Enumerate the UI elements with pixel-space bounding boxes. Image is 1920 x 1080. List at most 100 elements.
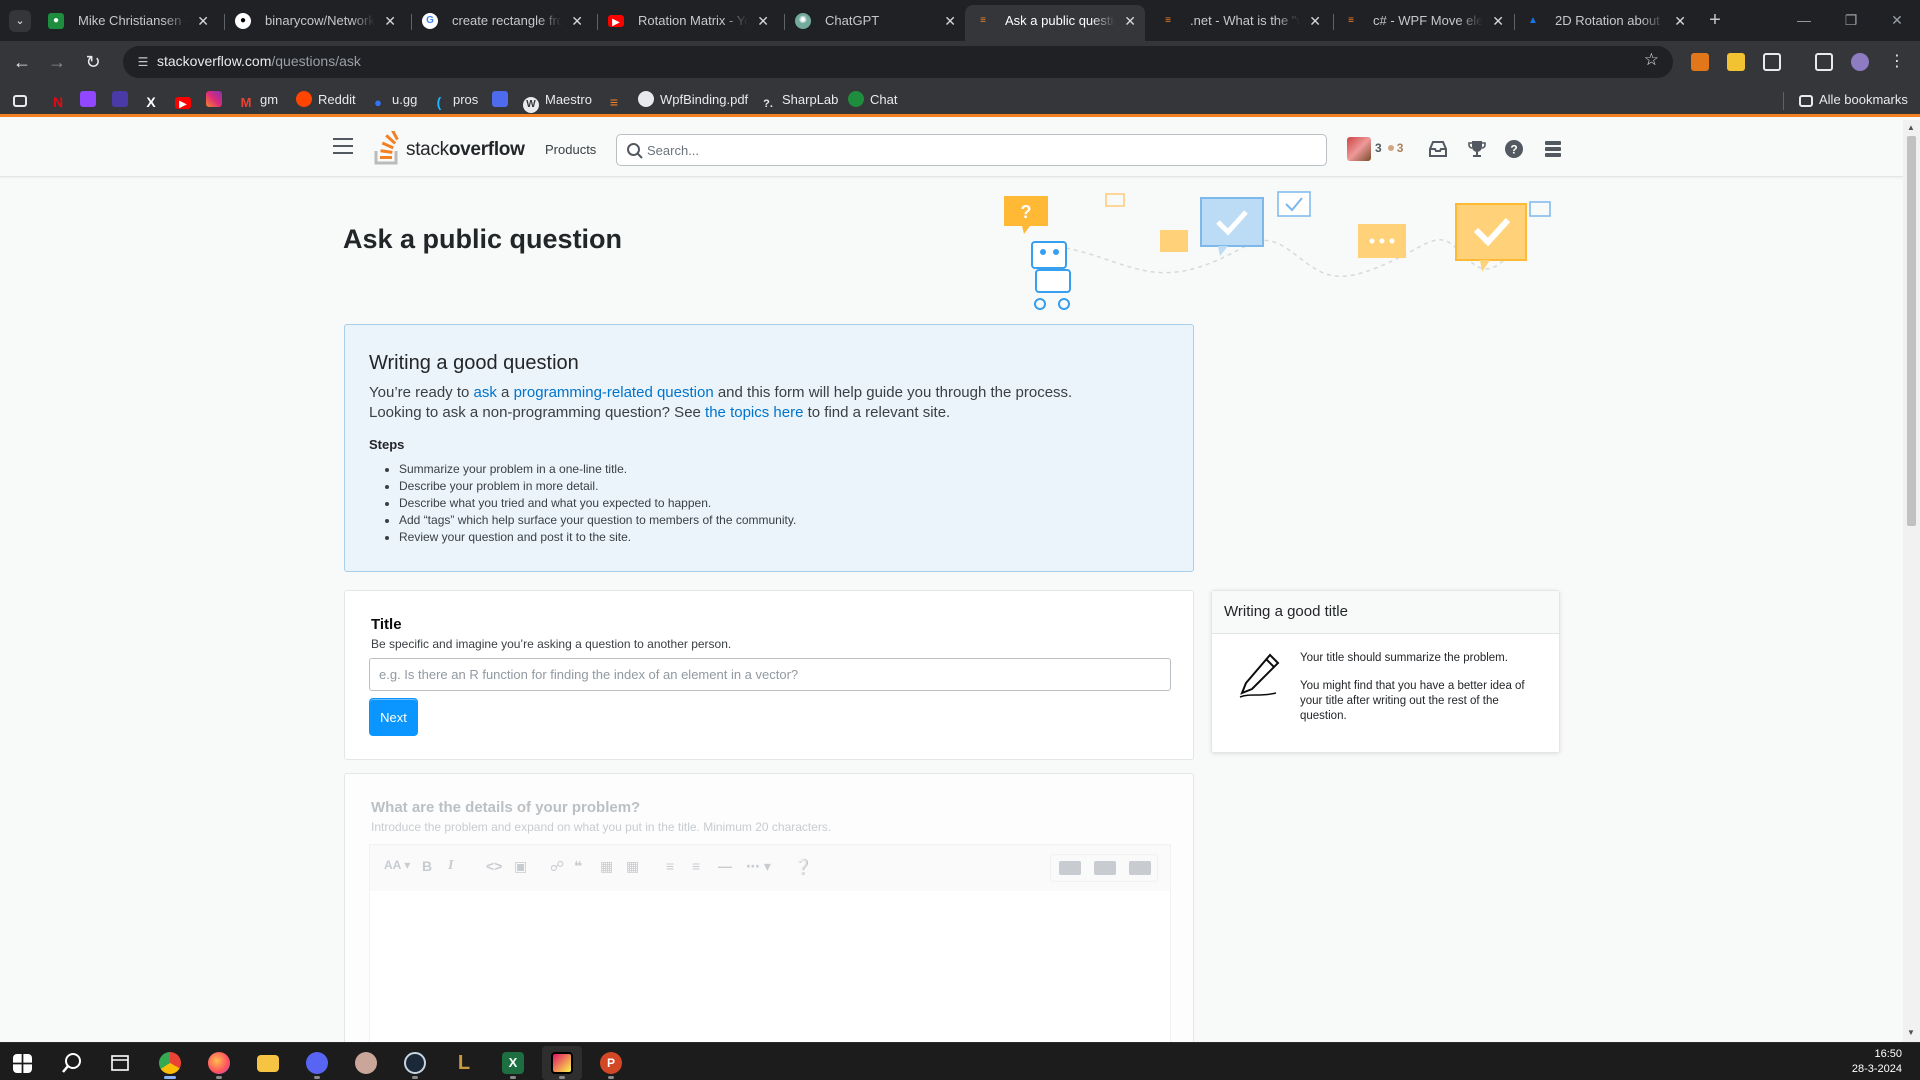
taskbar-discord[interactable] xyxy=(297,1046,337,1080)
taskbar-steam[interactable] xyxy=(395,1046,435,1080)
window-close-button[interactable]: ✕ xyxy=(1877,5,1917,35)
bookmark-star-icon[interactable]: ☆ xyxy=(1644,50,1659,70)
site-search[interactable] xyxy=(616,134,1327,166)
browser-tab[interactable]: ✺ ChatGPT ✕ xyxy=(785,6,965,36)
bookmark-pros[interactable]: (pros xyxy=(431,91,479,110)
metamask-icon[interactable] xyxy=(1691,53,1709,71)
minimize-button[interactable]: — xyxy=(1784,5,1824,35)
scrollbar-thumb[interactable] xyxy=(1907,136,1916,526)
taskbar-search-button[interactable] xyxy=(52,1046,92,1080)
taskbar-league[interactable]: L xyxy=(444,1046,484,1080)
task-view-button[interactable] xyxy=(100,1046,140,1080)
system-clock[interactable]: 16:50 28-3-2024 xyxy=(1852,1047,1902,1077)
search-input[interactable] xyxy=(647,135,1317,165)
text-size-button[interactable]: AA ▾ xyxy=(384,858,410,872)
bold-button[interactable]: B xyxy=(422,858,432,874)
bookmark-stackoverflow[interactable]: ≡ xyxy=(606,91,628,110)
extensions-puzzle-icon[interactable] xyxy=(1763,53,1781,71)
profile-avatar[interactable] xyxy=(1851,53,1869,71)
close-icon[interactable]: ✕ xyxy=(384,6,396,36)
browser-tab[interactable]: ● Mike Christiansen - C ✕ xyxy=(38,6,218,36)
markdown-mode-icon[interactable] xyxy=(1094,861,1116,875)
taskbar-excel[interactable]: X xyxy=(493,1046,533,1080)
ask-link[interactable]: ask xyxy=(474,384,497,401)
scroll-down-arrow[interactable]: ▼ xyxy=(1907,1028,1915,1037)
help-icon[interactable]: ? xyxy=(1503,138,1525,160)
close-icon[interactable]: ✕ xyxy=(197,6,209,36)
taskbar-rider[interactable] xyxy=(542,1046,582,1080)
close-icon[interactable]: ✕ xyxy=(1124,5,1136,37)
more-options-icon[interactable]: ⋯ ▾ xyxy=(746,858,771,875)
close-icon[interactable]: ✕ xyxy=(1674,6,1686,36)
new-tab-button[interactable]: + xyxy=(1703,8,1727,32)
restore-button[interactable]: ❐ xyxy=(1831,5,1871,35)
browser-tab-active[interactable]: ≡ Ask a public question ✕ xyxy=(965,5,1145,41)
taskbar-game[interactable] xyxy=(346,1046,386,1080)
taskbar-chrome[interactable] xyxy=(150,1046,190,1080)
link-icon[interactable]: ☍ xyxy=(550,858,564,875)
browser-tab[interactable]: ● binarycow/NetworkP ✕ xyxy=(225,6,405,36)
topics-here-link[interactable]: the topics here xyxy=(705,404,803,421)
close-icon[interactable]: ✕ xyxy=(571,6,583,36)
code-block-icon[interactable]: ▣ xyxy=(514,858,527,875)
bookmark-youtube[interactable]: ▶ xyxy=(175,91,197,110)
hamburger-menu-icon[interactable] xyxy=(333,138,353,154)
close-icon[interactable]: ✕ xyxy=(1309,6,1321,36)
taskbar-file-explorer[interactable] xyxy=(248,1046,288,1080)
stackoverflow-logo[interactable]: stackoverflow xyxy=(374,128,525,165)
next-button[interactable]: Next xyxy=(369,698,418,736)
quote-icon[interactable]: ❝ xyxy=(574,858,582,875)
programming-related-question-link[interactable]: programming-related question xyxy=(514,384,714,401)
taskbar-firefox[interactable] xyxy=(199,1046,239,1080)
ordered-list-icon[interactable]: ≡ xyxy=(666,858,674,874)
bookmark-reddit[interactable]: Reddit xyxy=(296,91,356,109)
code-icon[interactable]: <> xyxy=(486,858,502,874)
avatar[interactable] xyxy=(1347,137,1371,161)
bookmark-calendar[interactable] xyxy=(492,91,514,109)
bookmark-instagram[interactable] xyxy=(206,91,228,109)
scroll-up-arrow[interactable]: ▲ xyxy=(1907,123,1915,132)
windows-start-button[interactable] xyxy=(3,1046,43,1080)
url-text[interactable]: stackoverflow.com/questions/ask xyxy=(157,53,361,69)
unordered-list-icon[interactable]: ≡ xyxy=(692,858,700,874)
close-icon[interactable]: ✕ xyxy=(944,6,956,36)
back-button[interactable]: ← xyxy=(8,48,36,76)
browser-tab[interactable]: ≡ c# - WPF Move elem ✕ xyxy=(1333,6,1513,36)
reputation-display[interactable]: 33 xyxy=(1375,141,1403,155)
close-icon[interactable]: ✕ xyxy=(1492,6,1504,36)
rich-text-mode-icon[interactable] xyxy=(1059,861,1081,875)
details-editor[interactable]: AA ▾ B I <> ▣ ☍ ❝ ▦ ▦ ≡ ≡ — ⋯ ▾ ❔ xyxy=(369,844,1171,1074)
bookmark-app[interactable] xyxy=(112,91,134,109)
browser-tab[interactable]: ≡ .net - What is the "wi ✕ xyxy=(1150,6,1330,36)
title-input[interactable] xyxy=(369,658,1171,691)
bookmark-wpfbinding[interactable]: WpfBinding.pdf xyxy=(638,91,748,109)
browser-tab[interactable]: G create rectangle from ✕ xyxy=(412,6,592,36)
site-info-icon[interactable]: ☰ xyxy=(135,54,151,70)
address-bar[interactable]: ☰ stackoverflow.com/questions/ask ☆ xyxy=(123,46,1673,78)
bookmark-maestro[interactable]: W Maestro xyxy=(523,91,592,113)
inbox-icon[interactable] xyxy=(1427,138,1449,160)
products-menu[interactable]: Products xyxy=(545,142,596,157)
bookmark-x[interactable]: X xyxy=(143,91,165,110)
achievements-trophy-icon[interactable] xyxy=(1466,138,1488,160)
extension-icon[interactable] xyxy=(1727,53,1745,71)
bookmark-sharplab[interactable]: ?. SharpLab xyxy=(760,91,838,110)
bookmark-twitch[interactable] xyxy=(80,91,102,109)
side-panel-icon[interactable] xyxy=(1815,53,1833,71)
reload-button[interactable]: ↻ xyxy=(79,48,107,76)
table-icon[interactable]: ▦ xyxy=(626,858,639,875)
image-icon[interactable]: ▦ xyxy=(600,858,613,875)
bookmark-gmail[interactable]: Mgm xyxy=(238,91,278,110)
help-icon[interactable]: ❔ xyxy=(794,858,813,876)
bookmark-netflix[interactable]: N xyxy=(50,91,72,110)
bookmark-folder[interactable] xyxy=(13,91,33,109)
forward-button[interactable]: → xyxy=(43,48,71,76)
browser-menu-icon[interactable]: ⋮ xyxy=(1883,48,1911,76)
horizontal-rule-icon[interactable]: — xyxy=(718,858,732,874)
bookmark-chat[interactable]: Chat xyxy=(848,91,897,109)
editor-mode-switch[interactable] xyxy=(1050,854,1158,882)
preview-mode-icon[interactable] xyxy=(1129,861,1151,875)
site-switcher-icon[interactable] xyxy=(1542,138,1564,160)
close-icon[interactable]: ✕ xyxy=(757,6,769,36)
browser-tab[interactable]: ▶ Rotation Matrix - You ✕ xyxy=(598,6,778,36)
